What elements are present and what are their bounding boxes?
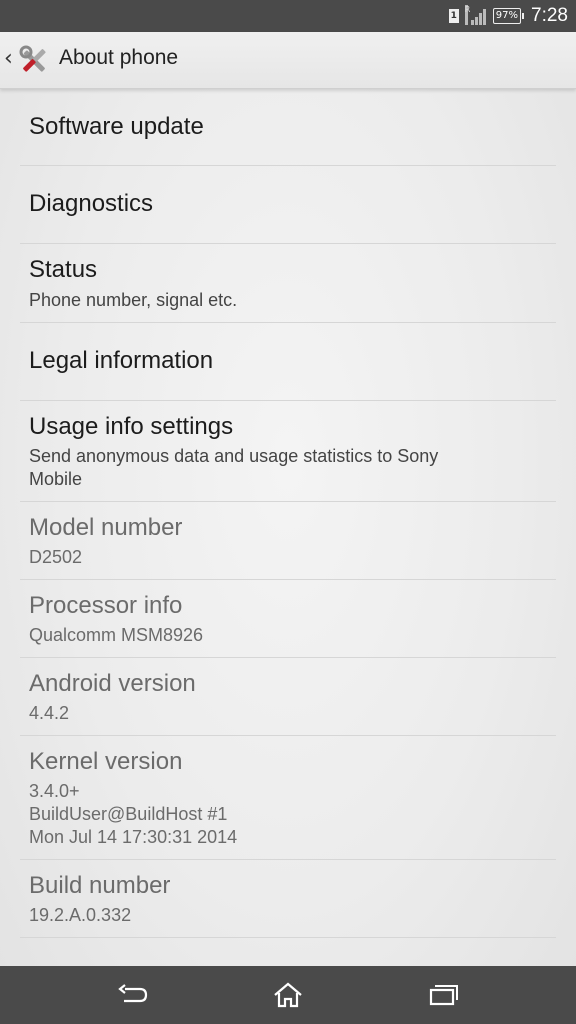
software-update-item[interactable]: Software update	[20, 88, 556, 166]
item-title: Model number	[29, 514, 183, 541]
item-value: D2502	[29, 547, 83, 567]
item-title: Android version	[29, 670, 196, 697]
settings-tools-icon[interactable]	[18, 44, 50, 76]
settings-list: Software update Diagnostics Status Phone…	[20, 88, 556, 938]
item-subtitle: Phone number, signal etc.	[29, 290, 238, 310]
battery-icon: 97%	[492, 8, 525, 24]
processor-info-item: Processor info Qualcomm MSM8926	[20, 580, 556, 658]
chevron-left-icon[interactable]: ‹	[4, 46, 13, 71]
navigation-bar	[0, 966, 576, 1024]
home-icon[interactable]	[271, 980, 305, 1010]
android-version-item: Android version 4.4.2	[20, 658, 556, 736]
roaming-indicator: R	[464, 5, 470, 25]
kernel-version-item: Kernel version 3.4.0+ BuildUser@BuildHos…	[20, 736, 556, 860]
item-title: Diagnostics	[29, 190, 154, 217]
usage-info-settings-item[interactable]: Usage info settings Send anonymous data …	[20, 401, 556, 502]
recent-apps-icon[interactable]	[426, 980, 460, 1010]
legal-information-item[interactable]: Legal information	[20, 323, 556, 401]
clock: 7:28	[531, 5, 568, 26]
action-bar: ‹ About phone	[0, 32, 576, 89]
page-title: About phone	[59, 46, 179, 69]
item-title: Kernel version	[29, 748, 183, 775]
item-title: Legal information	[29, 347, 214, 374]
item-value: 19.2.A.0.332	[29, 905, 132, 925]
sim-icon: 1	[448, 9, 459, 23]
item-title: Status	[29, 256, 98, 283]
item-subtitle: Send anonymous data and usage statistics…	[29, 446, 439, 489]
status-bar: 1 R 97% 7:28	[0, 0, 576, 32]
build-number-item: Build number 19.2.A.0.332	[20, 860, 556, 938]
back-icon[interactable]	[116, 980, 150, 1010]
item-title: Build number	[29, 872, 171, 899]
model-number-item: Model number D2502	[20, 502, 556, 580]
signal-icon: R	[464, 5, 487, 25]
item-value: 3.4.0+ BuildUser@BuildHost #1 Mon Jul 14…	[29, 781, 238, 847]
status-item[interactable]: Status Phone number, signal etc.	[20, 244, 556, 323]
item-title: Software update	[29, 113, 204, 140]
item-title: Processor info	[29, 592, 183, 619]
item-value: 4.4.2	[29, 703, 70, 723]
status-icons: 1 R 97% 7:28	[448, 0, 568, 32]
item-value: Qualcomm MSM8926	[29, 625, 204, 645]
item-title: Usage info settings	[29, 413, 234, 440]
diagnostics-item[interactable]: Diagnostics	[20, 166, 556, 244]
